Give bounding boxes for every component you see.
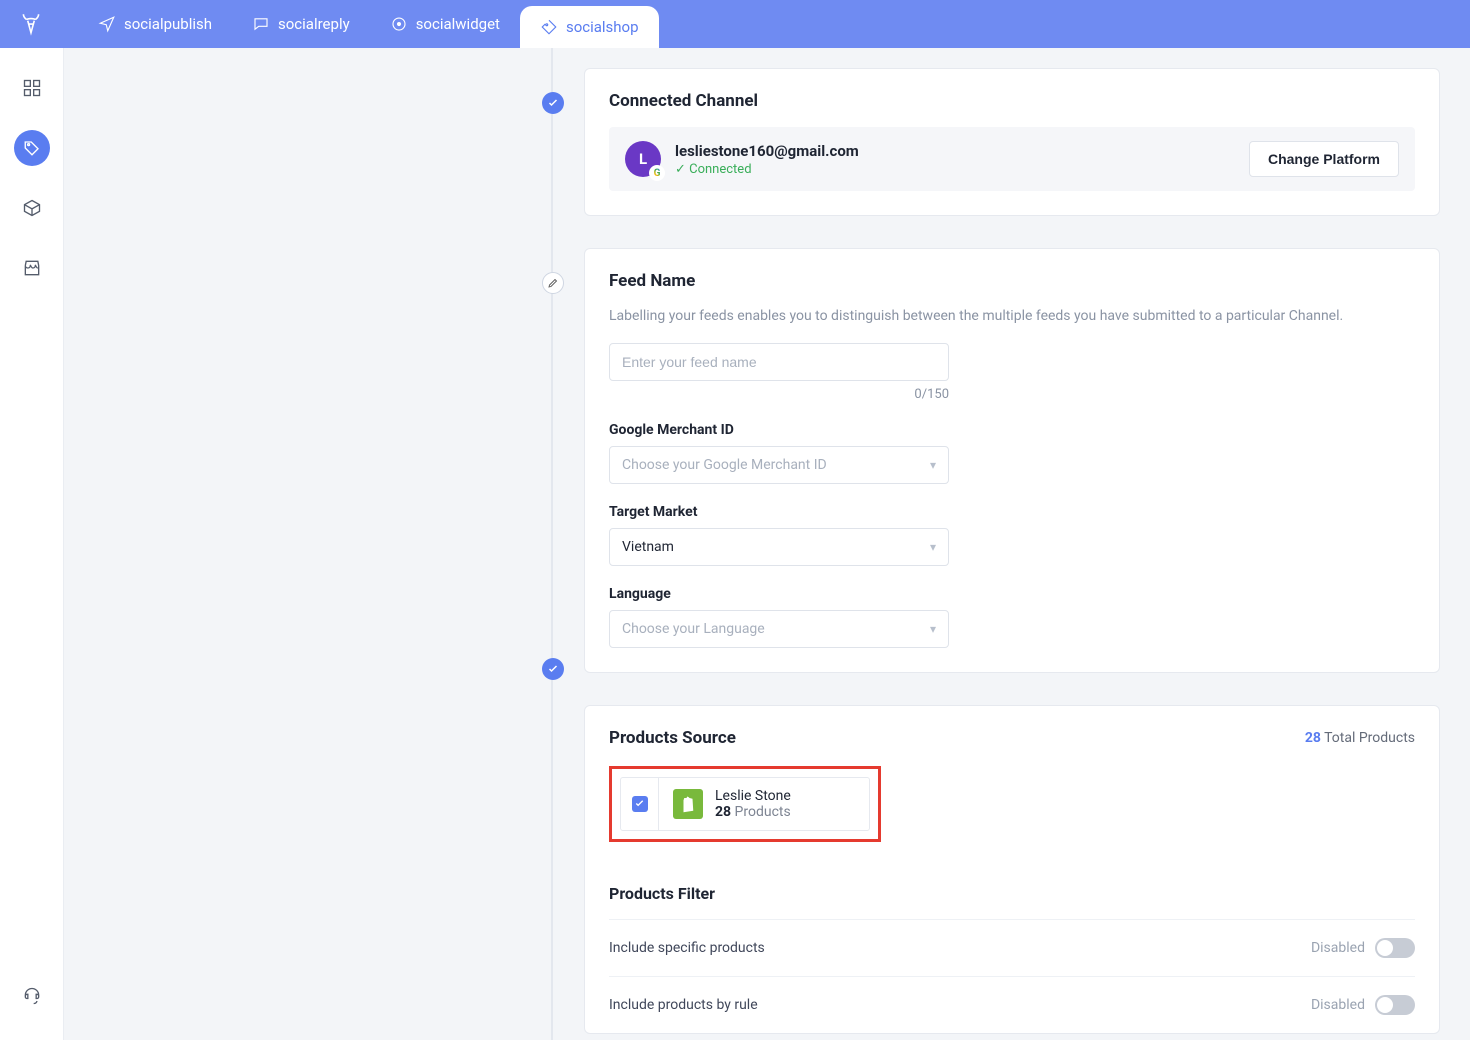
sidebar-support[interactable] bbox=[14, 978, 50, 1014]
target-icon bbox=[390, 15, 408, 33]
feed-name-card: Feed Name Labelling your feeds enables y… bbox=[584, 248, 1440, 673]
nav-socialwidget[interactable]: socialwidget bbox=[370, 0, 520, 48]
shopify-icon bbox=[673, 789, 703, 819]
sidebar-feeds[interactable] bbox=[14, 130, 50, 166]
language-label: Language bbox=[609, 586, 1415, 602]
sidebar-store[interactable] bbox=[14, 250, 50, 286]
chat-icon bbox=[252, 15, 270, 33]
nav-socialreply[interactable]: socialreply bbox=[232, 0, 370, 48]
toggle-state: Disabled bbox=[1311, 940, 1365, 956]
feed-name-input[interactable] bbox=[609, 343, 949, 381]
plane-icon bbox=[98, 15, 116, 33]
highlighted-source: Leslie Stone 28 Products bbox=[609, 766, 881, 842]
select-placeholder: Choose your Language bbox=[622, 621, 765, 637]
merchant-label: Google Merchant ID bbox=[609, 422, 1415, 438]
select-value: Vietnam bbox=[622, 539, 674, 555]
filter-label: Include specific products bbox=[609, 940, 765, 956]
filter-specific-products: Include specific products Disabled bbox=[609, 919, 1415, 976]
card-title: Products Source bbox=[609, 728, 736, 748]
market-select[interactable]: Vietnam ▾ bbox=[609, 528, 949, 566]
connected-channel-card: Connected Channel L G lesliestone160@gma… bbox=[584, 68, 1440, 216]
brand-logo-icon bbox=[18, 0, 44, 48]
chevron-down-icon: ▾ bbox=[930, 622, 936, 636]
change-platform-button[interactable]: Change Platform bbox=[1249, 141, 1399, 177]
nav-label: socialshop bbox=[566, 18, 639, 36]
google-badge-icon: G bbox=[649, 165, 665, 181]
card-title: Connected Channel bbox=[609, 91, 1415, 111]
nav-socialpublish[interactable]: socialpublish bbox=[78, 0, 232, 48]
toggle-state: Disabled bbox=[1311, 997, 1365, 1013]
checkbox-checked-icon bbox=[632, 796, 648, 812]
nav-label: socialpublish bbox=[124, 15, 212, 33]
market-label: Target Market bbox=[609, 504, 1415, 520]
channel-text: lesliestone160@gmail.com ✓ Connected bbox=[675, 142, 859, 177]
toggle-rule[interactable] bbox=[1375, 995, 1415, 1015]
step-check-icon bbox=[542, 92, 564, 114]
nav-label: socialreply bbox=[278, 15, 350, 33]
toggle-specific[interactable] bbox=[1375, 938, 1415, 958]
sidebar-dashboard[interactable] bbox=[14, 70, 50, 106]
nav-socialshop[interactable]: socialshop bbox=[520, 6, 659, 48]
chevron-down-icon: ▾ bbox=[930, 540, 936, 554]
tag-icon bbox=[540, 18, 558, 36]
source-count: 28 Products bbox=[715, 804, 791, 820]
step-edit-icon bbox=[542, 272, 564, 294]
top-nav: socialpublish socialreply socialwidget s… bbox=[0, 0, 1470, 48]
source-checkbox-area[interactable] bbox=[621, 778, 659, 830]
select-placeholder: Choose your Google Merchant ID bbox=[622, 457, 827, 473]
source-body: Leslie Stone 28 Products bbox=[659, 778, 869, 830]
source-row[interactable]: Leslie Stone 28 Products bbox=[620, 777, 870, 831]
step-check-icon bbox=[542, 658, 564, 680]
filter-label: Include products by rule bbox=[609, 997, 758, 1013]
char-counter: 0/150 bbox=[609, 387, 949, 402]
avatar: L G bbox=[625, 141, 661, 177]
merchant-select[interactable]: Choose your Google Merchant ID ▾ bbox=[609, 446, 949, 484]
card-title: Feed Name bbox=[609, 271, 1415, 291]
left-sidebar bbox=[0, 48, 64, 1040]
channel-status: ✓ Connected bbox=[675, 162, 859, 177]
total-products: 28 Total Products bbox=[1305, 730, 1415, 746]
filter-by-rule: Include products by rule Disabled bbox=[609, 976, 1415, 1033]
source-name: Leslie Stone bbox=[715, 788, 791, 804]
channel-email: lesliestone160@gmail.com bbox=[675, 142, 859, 160]
sidebar-products[interactable] bbox=[14, 190, 50, 226]
products-source-card: Products Source 28 Total Products Leslie… bbox=[584, 705, 1440, 1034]
nav-label: socialwidget bbox=[416, 15, 500, 33]
stepper-line bbox=[551, 48, 553, 1040]
products-filter-heading: Products Filter bbox=[609, 868, 1415, 919]
avatar-letter: L bbox=[639, 150, 647, 168]
feed-description: Labelling your feeds enables you to dist… bbox=[609, 307, 1415, 327]
language-select[interactable]: Choose your Language ▾ bbox=[609, 610, 949, 648]
channel-box: L G lesliestone160@gmail.com ✓ Connected… bbox=[609, 127, 1415, 191]
main-content: Connected Channel L G lesliestone160@gma… bbox=[64, 48, 1470, 1040]
chevron-down-icon: ▾ bbox=[930, 458, 936, 472]
